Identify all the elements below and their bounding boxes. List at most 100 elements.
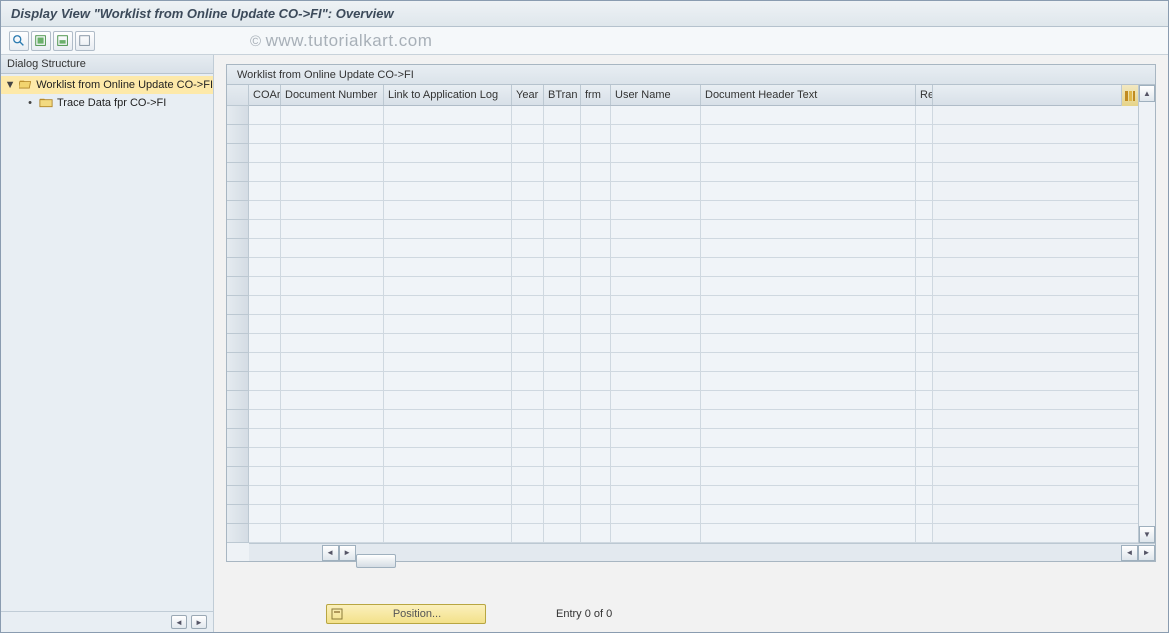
table-cell[interactable] (544, 125, 581, 143)
table-cell[interactable] (611, 125, 701, 143)
table-row[interactable] (249, 201, 1138, 220)
table-cell[interactable] (512, 505, 544, 523)
table-cell[interactable] (281, 410, 384, 428)
row-header[interactable] (227, 315, 248, 334)
table-cell[interactable] (281, 505, 384, 523)
table-cell[interactable] (384, 429, 512, 447)
table-cell[interactable] (281, 163, 384, 181)
table-cell[interactable] (581, 410, 611, 428)
table-cell[interactable] (281, 353, 384, 371)
table-row[interactable] (249, 125, 1138, 144)
table-cell[interactable] (701, 467, 916, 485)
table-cell[interactable] (544, 391, 581, 409)
expand-arrow-icon[interactable]: ▼ (5, 79, 15, 91)
row-header[interactable] (227, 296, 248, 315)
table-cell[interactable] (512, 372, 544, 390)
scroll-up-button[interactable]: ▲ (1139, 85, 1155, 102)
table-cell[interactable] (281, 220, 384, 238)
display-details-button[interactable] (9, 31, 29, 51)
table-cell[interactable] (544, 277, 581, 295)
table-cell[interactable] (249, 505, 281, 523)
table-cell[interactable] (581, 429, 611, 447)
table-cell[interactable] (384, 372, 512, 390)
table-cell[interactable] (581, 486, 611, 504)
table-cell[interactable] (384, 315, 512, 333)
table-cell[interactable] (281, 144, 384, 162)
column-header[interactable]: Re (916, 85, 933, 105)
column-header[interactable]: User Name (611, 85, 701, 105)
table-cell[interactable] (611, 448, 701, 466)
row-header[interactable] (227, 182, 248, 201)
table-cell[interactable] (611, 410, 701, 428)
table-cell[interactable] (384, 505, 512, 523)
table-cell[interactable] (611, 220, 701, 238)
table-cell[interactable] (701, 220, 916, 238)
table-cell[interactable] (384, 277, 512, 295)
row-header[interactable] (227, 239, 248, 258)
table-cell[interactable] (512, 182, 544, 200)
table-cell[interactable] (581, 220, 611, 238)
table-cell[interactable] (249, 372, 281, 390)
row-header[interactable] (227, 220, 248, 239)
table-cell[interactable] (512, 391, 544, 409)
table-cell[interactable] (701, 163, 916, 181)
table-row[interactable] (249, 429, 1138, 448)
row-header[interactable] (227, 106, 248, 125)
position-button[interactable]: Position... (326, 604, 486, 624)
table-cell[interactable] (512, 296, 544, 314)
table-cell[interactable] (916, 144, 933, 162)
table-cell[interactable] (249, 315, 281, 333)
table-cell[interactable] (249, 182, 281, 200)
row-header[interactable] (227, 467, 248, 486)
table-cell[interactable] (384, 220, 512, 238)
table-cell[interactable] (611, 182, 701, 200)
table-row[interactable] (249, 372, 1138, 391)
table-cell[interactable] (281, 277, 384, 295)
row-header[interactable] (227, 125, 248, 144)
deselect-all-button[interactable] (75, 31, 95, 51)
table-cell[interactable] (512, 524, 544, 542)
table-cell[interactable] (249, 239, 281, 257)
table-cell[interactable] (916, 391, 933, 409)
table-cell[interactable] (701, 258, 916, 276)
table-cell[interactable] (384, 239, 512, 257)
column-header[interactable]: BTran (544, 85, 581, 105)
table-cell[interactable] (701, 486, 916, 504)
table-cell[interactable] (249, 391, 281, 409)
table-cell[interactable] (581, 448, 611, 466)
table-cell[interactable] (611, 144, 701, 162)
table-cell[interactable] (384, 467, 512, 485)
table-row[interactable] (249, 448, 1138, 467)
select-all-button[interactable] (31, 31, 51, 51)
table-cell[interactable] (916, 106, 933, 124)
table-cell[interactable] (701, 277, 916, 295)
table-cell[interactable] (916, 201, 933, 219)
table-cell[interactable] (916, 524, 933, 542)
table-cell[interactable] (544, 448, 581, 466)
table-cell[interactable] (512, 220, 544, 238)
table-cell[interactable] (611, 505, 701, 523)
table-cell[interactable] (384, 524, 512, 542)
row-header[interactable] (227, 334, 248, 353)
table-cell[interactable] (544, 467, 581, 485)
table-row[interactable] (249, 334, 1138, 353)
vertical-scrollbar[interactable]: ▲ ▼ (1138, 85, 1155, 543)
table-row[interactable] (249, 239, 1138, 258)
table-cell[interactable] (249, 163, 281, 181)
table-cell[interactable] (281, 106, 384, 124)
table-row[interactable] (249, 296, 1138, 315)
table-cell[interactable] (544, 505, 581, 523)
table-cell[interactable] (611, 258, 701, 276)
table-row[interactable] (249, 106, 1138, 125)
table-cell[interactable] (384, 410, 512, 428)
table-cell[interactable] (512, 106, 544, 124)
table-cell[interactable] (384, 163, 512, 181)
row-header[interactable] (227, 163, 248, 182)
table-cell[interactable] (249, 125, 281, 143)
table-cell[interactable] (611, 296, 701, 314)
table-row[interactable] (249, 391, 1138, 410)
sidebar-scroll-left-button[interactable]: ◄ (171, 615, 187, 629)
row-header[interactable] (227, 486, 248, 505)
table-cell[interactable] (581, 372, 611, 390)
row-header[interactable] (227, 391, 248, 410)
